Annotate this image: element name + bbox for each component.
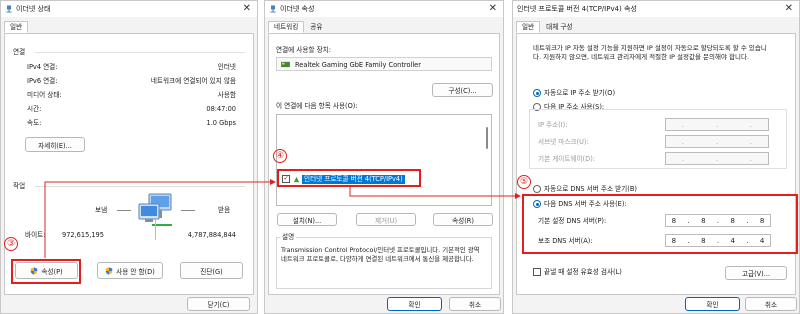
tab-alternate-config[interactable]: 대체 구성 — [540, 21, 578, 33]
ipv4-value: 인터넷 — [217, 63, 236, 71]
ipv4-label: IPv4 연결: — [27, 63, 58, 71]
validate-checkbox[interactable] — [533, 268, 541, 276]
divider — [35, 52, 245, 53]
adapter-name: Realtek Gaming GbE Family Controller — [295, 61, 421, 69]
network-icon — [270, 5, 276, 13]
bytes-received-value: 4,787,884,844 — [187, 231, 236, 239]
ok-button[interactable]: 확인 — [387, 297, 442, 311]
step-5-badge: ⑤ — [517, 175, 531, 189]
tcpipv4-properties-window: 인터넷 프로토콜 버전 4(TCP/IPv4) 속성 ✕ 일반 대체 구성 네트… — [512, 0, 800, 314]
received-label: 받음 — [218, 206, 231, 214]
title-bar: 인터넷 프로토콜 버전 4(TCP/IPv4) 속성 ✕ — [513, 1, 799, 17]
step-3-badge: ③ — [4, 237, 18, 251]
connection-section-title: 연결 — [13, 48, 26, 56]
close-icon[interactable]: ✕ — [243, 3, 251, 15]
recv-line — [181, 210, 195, 211]
adapter-icon — [281, 61, 290, 68]
media-state-label: 미디어 상태: — [27, 91, 62, 99]
media-state-value: 사용함 — [217, 91, 236, 99]
network-icon — [6, 5, 12, 13]
ok-button[interactable]: 확인 — [685, 297, 740, 311]
activity-section-title: 작업 — [13, 182, 26, 190]
tab-strip: 네트워킹 공유 — [268, 21, 328, 33]
shield-icon — [105, 266, 113, 275]
description-group — [276, 237, 492, 289]
bytes-label: 바이트: — [25, 231, 46, 239]
auto-dns-radio[interactable] — [533, 185, 541, 193]
close-icon[interactable]: ✕ — [785, 3, 793, 15]
speed-value: 1.0 Gbps — [206, 119, 237, 127]
networking-panel: 연결에 사용할 장치: Realtek Gaming GbE Family Co… — [268, 33, 500, 295]
scrollbar[interactable] — [486, 127, 488, 149]
description-title: 설명 — [280, 233, 297, 241]
tab-strip: 일반 — [4, 21, 29, 33]
subnet-mask-field[interactable]: ... — [665, 135, 769, 148]
items-label: 이 연결에 다음 항목 사용(O): — [276, 102, 358, 110]
ethernet-properties-window: 이더넷 속성 ✕ 네트워킹 공유 연결에 사용할 장치: Realtek Gam… — [264, 0, 504, 314]
sent-line — [117, 210, 131, 211]
advanced-button[interactable]: 고급(V)... — [725, 266, 787, 280]
highlight-properties — [11, 259, 81, 284]
ip-address-label: IP 주소(I): — [538, 121, 568, 129]
item-properties-button[interactable]: 속성(R) — [433, 213, 493, 226]
gateway-field[interactable]: ... — [665, 152, 769, 165]
gateway-label: 기본 게이트웨이(D): — [538, 155, 596, 163]
step-4-badge: ④ — [273, 149, 287, 163]
speed-label: 속도: — [27, 119, 42, 127]
auto-ip-radio[interactable] — [533, 89, 541, 97]
tab-sharing[interactable]: 공유 — [304, 21, 328, 33]
validate-label: 끝낼 때 설정 유효성 검사(L) — [544, 268, 622, 276]
window-title: 이더넷 속성 — [280, 5, 315, 13]
disable-button[interactable]: 사용 안 함(D) — [97, 262, 163, 279]
close-button[interactable]: 닫기(C) — [187, 297, 250, 311]
general-panel: 네트워크가 IP 자동 설정 기능을 지원하면 IP 설정이 자동으로 할당되도… — [516, 33, 796, 295]
auto-ip-label: 자동으로 IP 주소 받기(O) — [544, 89, 616, 97]
auto-dns-label: 자동으로 DNS 서버 주소 받기(B) — [544, 185, 637, 193]
tab-general[interactable]: 일반 — [4, 21, 29, 33]
tab-general[interactable]: 일반 — [516, 21, 541, 33]
title-bar: 이더넷 속성 ✕ — [265, 1, 503, 17]
details-button[interactable]: 자세히(E)... — [25, 137, 85, 152]
sent-label: 보냄 — [95, 206, 108, 214]
general-panel: 연결 IPv4 연결: 인터넷 IPv6 연결: 네트워크에 연결되어 있지 않… — [4, 33, 254, 295]
connect-using-label: 연결에 사용할 장치: — [276, 46, 331, 54]
divider — [35, 186, 245, 187]
ip-address-field[interactable]: ... — [665, 118, 769, 131]
highlight-dns-settings — [522, 194, 798, 254]
install-button[interactable]: 설치(N)... — [277, 213, 337, 226]
close-icon[interactable]: ✕ — [489, 3, 497, 15]
configure-button[interactable]: 구성(C)... — [432, 83, 493, 97]
ipv6-value: 네트워크에 연결되어 있지 않음 — [150, 77, 236, 85]
window-title: 이더넷 상태 — [16, 5, 51, 13]
title-bar: 이더넷 상태 ✕ — [1, 1, 257, 17]
bytes-divider — [155, 220, 156, 240]
cancel-button[interactable]: 취소 — [449, 297, 501, 311]
ipv6-label: IPv6 연결: — [27, 77, 58, 85]
cancel-button[interactable]: 취소 — [745, 297, 797, 311]
bytes-sent-value: 972,615,195 — [62, 231, 104, 239]
subnet-mask-label: 서브넷 마스크(U): — [538, 138, 589, 146]
ethernet-status-window: 이더넷 상태 ✕ 일반 연결 IPv4 연결: 인터넷 IPv6 연결: 네트워… — [0, 0, 258, 314]
tab-networking[interactable]: 네트워킹 — [268, 21, 305, 33]
duration-label: 시간: — [27, 105, 42, 113]
adapter-field: Realtek Gaming GbE Family Controller — [276, 57, 492, 71]
duration-value: 08:47:00 — [206, 105, 236, 113]
network-computers-icon — [138, 193, 172, 226]
diagnose-button[interactable]: 진단(G) — [180, 262, 243, 279]
window-title: 인터넷 프로토콜 버전 4(TCP/IPv4) 속성 — [517, 5, 637, 13]
disable-button-label: 사용 안 함(D) — [116, 267, 155, 276]
tab-strip: 일반 대체 구성 — [516, 21, 579, 33]
highlight-tcpipv4 — [277, 169, 421, 187]
items-list[interactable]: ✓ 인터넷 프로토콜 버전 4(TCP/IPv4) — [276, 114, 492, 206]
intro-text: 네트워크가 IP 자동 설정 기능을 지원하면 IP 설정이 자동으로 할당되도… — [533, 44, 767, 61]
description-text: Transmission Control Protocol/인터넷 프로토콜입니… — [281, 246, 480, 263]
uninstall-button[interactable]: 제거(U) — [356, 213, 416, 226]
